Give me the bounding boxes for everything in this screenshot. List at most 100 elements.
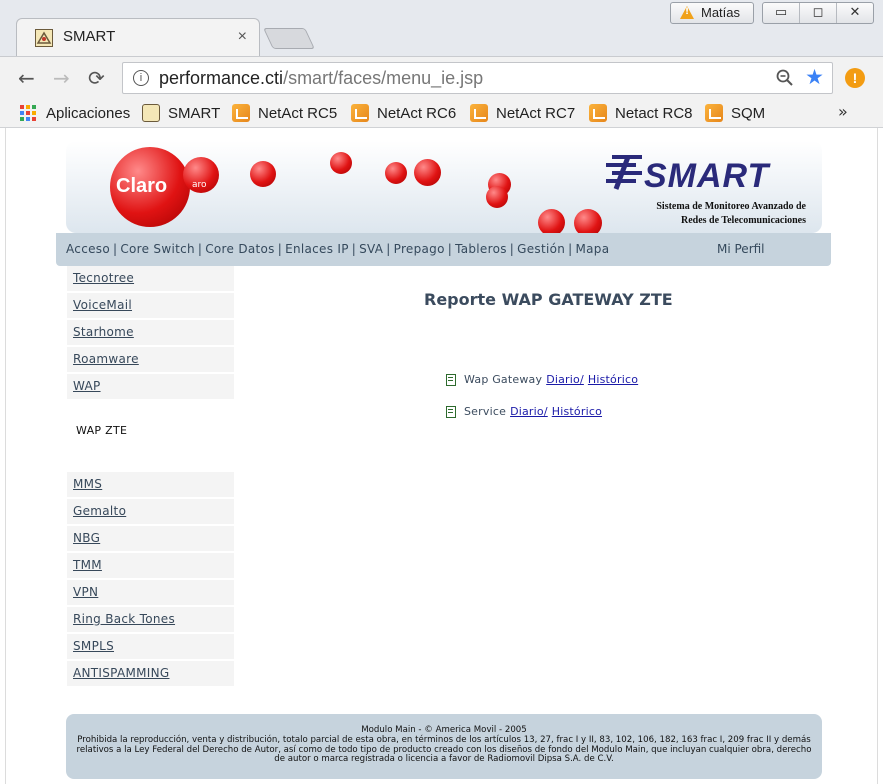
netact-icon — [705, 104, 723, 122]
extension-alert-icon[interactable]: ! — [845, 68, 865, 88]
bookmark-label: Aplicaciones — [46, 104, 131, 122]
info-icon[interactable]: i — [133, 70, 149, 86]
sidebar-item-wap-zte-current: WAP ZTE — [76, 424, 128, 437]
daily-link[interactable]: Diario/ — [546, 373, 584, 386]
window-controls: ▭ ◻ ✕ — [762, 2, 874, 24]
menu-item-prepago[interactable]: Prepago — [394, 242, 445, 256]
page-content: Claro aro SMART Sistema de Monitoreo Ava… — [5, 128, 878, 784]
smart-logo-mark — [606, 155, 642, 190]
minimize-icon[interactable]: ▭ — [763, 3, 800, 23]
menu-item-core-switch[interactable]: Core Switch — [120, 242, 195, 256]
bookmark-label: NetAct RC6 — [377, 104, 457, 122]
document-icon — [446, 373, 456, 386]
document-icon — [446, 405, 456, 418]
claro-logo-text: Claro — [116, 175, 168, 197]
profile-name: Matías — [701, 5, 741, 20]
url-path: /smart/faces/menu_ie.jsp — [283, 68, 484, 88]
bookmark-label: Netact RC8 — [615, 104, 693, 122]
sidebar-item-nbg[interactable]: NBG — [67, 526, 234, 551]
bookmark-sqm[interactable]: SQM — [705, 102, 765, 124]
sidebar: Tecnotree VoiceMail Starhome Roamware WA… — [67, 266, 234, 688]
report-row-wap-gateway: Wap Gateway Diario/ Histórico — [446, 373, 638, 386]
bookmark-smart[interactable]: SMART — [142, 102, 220, 124]
url-text[interactable]: performance.cti/smart/faces/menu_ie.jsp — [159, 68, 483, 89]
decorative-ball — [414, 159, 441, 186]
browser-tab[interactable]: SMART × — [16, 18, 260, 56]
bookmark-netact-rc7[interactable]: NetAct RC7 — [470, 102, 575, 124]
maximize-icon[interactable]: ◻ — [800, 3, 837, 23]
sidebar-item-antispamming[interactable]: ANTISPAMMING — [67, 661, 234, 686]
bookmarks-more-icon[interactable]: » — [838, 102, 848, 121]
historic-link[interactable]: Histórico — [588, 373, 638, 386]
report-row-label: Wap Gateway — [464, 373, 543, 386]
browser-toolbar: ← → ⟳ i performance.cti/smart/faces/menu… — [0, 56, 883, 98]
sidebar-item-smpls[interactable]: SMPLS — [67, 634, 234, 659]
bookmark-star-icon[interactable]: ★ — [805, 65, 824, 89]
new-tab-button[interactable] — [263, 28, 315, 49]
profile-button[interactable]: Matías — [670, 2, 754, 24]
bookmark-apps[interactable]: Aplicaciones — [20, 102, 130, 124]
netact-icon — [232, 104, 250, 122]
footer-legal: Prohibida la reproducción, venta y distr… — [76, 734, 812, 765]
address-bar[interactable]: i performance.cti/smart/faces/menu_ie.js… — [122, 62, 833, 94]
bookmark-label: NetAct RC7 — [496, 104, 576, 122]
bookmark-label: NetAct RC5 — [258, 104, 338, 122]
warning-icon — [680, 6, 694, 19]
sidebar-item-vpn[interactable]: VPN — [67, 580, 234, 605]
sidebar-item-voicemail[interactable]: VoiceMail — [67, 293, 234, 318]
menu-item-tableros[interactable]: Tableros — [455, 242, 507, 256]
url-host: performance.cti — [159, 68, 284, 88]
menu-item-enlaces-ip[interactable]: Enlaces IP — [285, 242, 349, 256]
header-banner: Claro aro SMART Sistema de Monitoreo Ava… — [66, 141, 822, 233]
footer: Modulo Main - © America Movil - 2005 Pro… — [66, 714, 822, 779]
sidebar-item-roamware[interactable]: Roamware — [67, 347, 234, 372]
sidebar-item-gemalto[interactable]: Gemalto — [67, 499, 234, 524]
sidebar-item-starhome[interactable]: Starhome — [67, 320, 234, 345]
claro-small-text: aro — [192, 180, 207, 190]
page-title: Reporte WAP GATEWAY ZTE — [424, 290, 673, 309]
decorative-ball — [250, 161, 276, 187]
menu-item-gestion[interactable]: Gestión — [517, 242, 565, 256]
bookmark-label: SQM — [731, 104, 766, 122]
daily-link[interactable]: Diario/ — [510, 405, 548, 418]
decorative-ball — [538, 209, 565, 233]
decorative-ball — [486, 186, 508, 208]
forward-arrow-icon[interactable]: → — [53, 66, 70, 90]
menu-item-core-datos[interactable]: Core Datos — [205, 242, 274, 256]
bookmark-netact-rc8[interactable]: Netact RC8 — [589, 102, 693, 124]
menu-item-mapa[interactable]: Mapa — [576, 242, 610, 256]
back-arrow-icon[interactable]: ← — [18, 66, 35, 90]
bookmark-label: SMART — [168, 104, 221, 122]
sidebar-item-tecnotree[interactable]: Tecnotree — [67, 266, 234, 291]
apps-grid-icon — [20, 105, 36, 121]
menu-item-sva[interactable]: SVA — [359, 242, 383, 256]
bookmark-netact-rc5[interactable]: NetAct RC5 — [232, 102, 337, 124]
reload-icon[interactable]: ⟳ — [88, 66, 105, 90]
smart-favicon-icon — [35, 29, 53, 47]
bookmark-netact-rc6[interactable]: NetAct RC6 — [351, 102, 456, 124]
smart-subtitle: Sistema de Monitoreo Avanzado de Redes d… — [616, 200, 806, 228]
browser-titlebar: SMART × Matías ▭ ◻ ✕ — [0, 0, 883, 56]
report-row-service: Service Diario/ Histórico — [446, 405, 602, 418]
subtitle-line: Sistema de Monitoreo Avanzado de — [656, 201, 806, 212]
tab-close-icon[interactable]: × — [238, 28, 247, 46]
netact-icon — [470, 104, 488, 122]
menu-item-acceso[interactable]: Acceso — [66, 242, 110, 256]
sidebar-item-mms[interactable]: MMS — [67, 472, 234, 497]
decorative-ball — [330, 152, 352, 174]
close-window-icon[interactable]: ✕ — [837, 3, 873, 23]
decorative-ball — [385, 162, 407, 184]
smart-favicon-icon — [142, 104, 160, 122]
report-row-label: Service — [464, 405, 507, 418]
zoom-icon[interactable] — [776, 69, 794, 87]
netact-icon — [589, 104, 607, 122]
decorative-ball — [574, 209, 602, 233]
sidebar-item-tmm[interactable]: TMM — [67, 553, 234, 578]
subtitle-line: Redes de Telecomunicaciones — [681, 215, 806, 226]
menu-item-mi-perfil[interactable]: Mi Perfil — [717, 242, 765, 256]
sidebar-item-wap[interactable]: WAP — [67, 374, 234, 399]
historic-link[interactable]: Histórico — [552, 405, 602, 418]
main-menu: Acceso | Core Switch | Core Datos | Enlaces IP… — [56, 233, 831, 266]
sidebar-item-ring-back-tones[interactable]: Ring Back Tones — [67, 607, 234, 632]
netact-icon — [351, 104, 369, 122]
